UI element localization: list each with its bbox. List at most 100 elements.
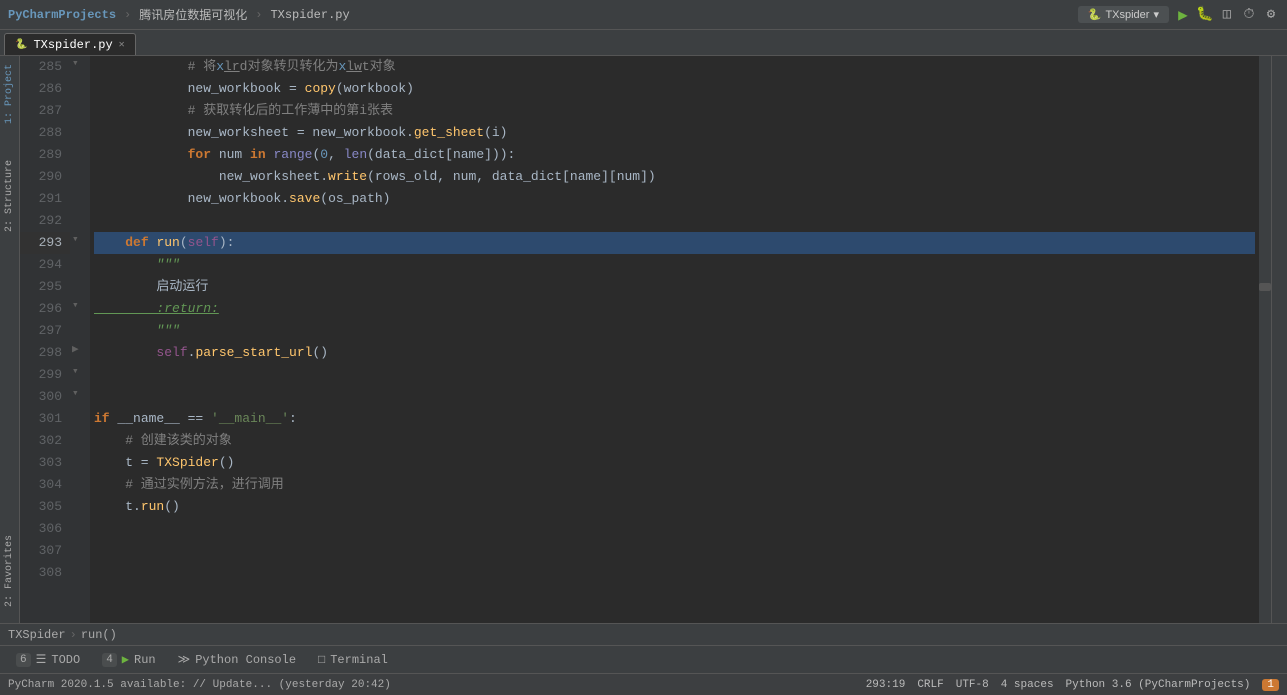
sidebar-item-structure[interactable]: 2: Structure [2,152,17,240]
tab-txspider[interactable]: 🐍 TXspider.py ✕ [4,33,136,55]
bottom-area: TXSpider › run() 6 ☰ TODO 4 ▶ Run ≫ Pyth… [0,623,1287,695]
line-302: 302 [20,430,70,452]
run-config-icon: 🐍 [1088,8,1102,21]
coverage-button[interactable]: ◫ [1219,7,1235,23]
terminal-icon: □ [318,653,325,667]
tab-python-console[interactable]: ≫ Python Console [168,649,306,671]
line-288: 288 [20,122,70,144]
code-line-289: for num in range(0, len(data_dict[name])… [94,144,1255,166]
line-299: 299 [20,364,70,386]
tab-close-icon[interactable]: ✕ [119,39,125,51]
title-sep1: › [124,8,131,22]
encoding[interactable]: UTF-8 [956,679,989,691]
settings-icon[interactable]: ⚙ [1263,7,1279,23]
main-layout: 1: Project 2: Structure 2: Favorites 285… [0,56,1287,623]
fold-marker-294[interactable]: ▾ [72,298,79,312]
line-numbers: 285 286 287 288 289 290 291 292 293 294 … [20,56,70,623]
file-label[interactable]: TXspider.py [270,8,349,22]
indent-info[interactable]: 4 spaces [1001,679,1054,691]
code-gutter: ▾ ▶ ▾ ▾ ▾ ▾ [70,56,90,623]
profile-button[interactable]: ⏱ [1241,7,1257,23]
scroll-indicator [1259,283,1271,291]
breadcrumb-class[interactable]: TXSpider [8,628,66,642]
code-line-299 [94,364,1255,386]
chevron-down-icon: ▾ [1153,8,1159,21]
line-295: 295 [20,276,70,298]
code-line-294: """ [94,254,1255,276]
notifications-count[interactable]: 1 [1262,679,1279,691]
python-console-icon: ≫ [178,652,191,667]
line-289: 289 [20,144,70,166]
tab-todo[interactable]: 6 ☰ TODO [6,649,90,671]
project-label[interactable]: PyCharmProjects [8,8,116,22]
code-content[interactable]: # 将xlrd对象转贝转化为xlwt对象 new_workbook = copy… [90,56,1259,623]
titlebar-actions: 🐍 TXspider ▾ ▶ 🐛 ◫ ⏱ ⚙ [1078,6,1279,23]
code-line-297: """ [94,320,1255,342]
fold-marker-304[interactable]: ▾ [72,386,79,400]
code-editor: 285 286 287 288 289 290 291 292 293 294 … [20,56,1271,623]
code-line-304: # 通过实例方法，进行调用 [94,474,1255,496]
statusbar-right: 293:19 CRLF UTF-8 4 spaces Python 3.6 (P… [866,679,1279,691]
tab-run[interactable]: 4 ▶ Run [92,649,165,671]
line-307: 307 [20,540,70,562]
line-297: 297 [20,320,70,342]
run-num: 4 [102,653,117,667]
code-line-296: :return: [94,298,1255,320]
run-button[interactable]: ▶ [1175,7,1191,23]
fold-marker-302[interactable]: ▾ [72,364,79,378]
run-config-selector[interactable]: 🐍 TXspider ▾ [1078,6,1169,23]
code-line-286: new_workbook = copy(workbook) [94,78,1255,100]
code-line-303: t = TXSpider() [94,452,1255,474]
line-303: 303 [20,452,70,474]
fold-marker-285[interactable]: ▾ [72,56,79,70]
fold-marker-293[interactable]: ▾ [72,232,79,246]
line-305: 305 [20,496,70,518]
sidebar-item-favorites[interactable]: 2: Favorites [2,527,17,615]
todo-num: 6 [16,653,31,667]
code-line-305: t.run() [94,496,1255,518]
fold-marker-301[interactable]: ▶ [72,342,79,356]
code-line-290: new_worksheet.write(rows_old, num, data_… [94,166,1255,188]
breadcrumb-sep: › [70,628,77,642]
python-version[interactable]: Python 3.6 (PyCharmProjects) [1066,679,1251,691]
sidebar-item-project[interactable]: 1: Project [2,56,17,132]
line-293: 293 [20,232,70,254]
debug-button[interactable]: 🐛 [1197,7,1213,23]
tab-terminal[interactable]: □ Terminal [308,649,398,671]
line-296: 296 [20,298,70,320]
terminal-label: Terminal [330,653,388,667]
code-line-298: self.parse_start_url() [94,342,1255,364]
code-line-302: # 创建该类的对象 [94,430,1255,452]
statusbar-left: PyCharm 2020.1.5 available: // Update...… [8,679,391,691]
todo-icon: ☰ [36,652,47,667]
statusbar: PyCharm 2020.1.5 available: // Update...… [0,673,1287,695]
code-line-300 [94,386,1255,408]
code-line-293: def run(self): [94,232,1255,254]
update-notice[interactable]: PyCharm 2020.1.5 available: // Update...… [8,679,391,691]
code-line-288: new_worksheet = new_workbook.get_sheet(i… [94,122,1255,144]
line-290: 290 [20,166,70,188]
left-sidebar: 1: Project 2: Structure 2: Favorites [0,56,20,623]
cursor-position[interactable]: 293:19 [866,679,906,691]
line-298: 298 [20,342,70,364]
line-287: 287 [20,100,70,122]
todo-label: TODO [51,653,80,667]
code-line-301: if __name__ == '__main__': [94,408,1255,430]
line-ending[interactable]: CRLF [917,679,943,691]
breadcrumb-method[interactable]: run() [81,628,117,642]
code-line-285: # 将xlrd对象转贝转化为xlwt对象 [94,56,1255,78]
titlebar: PyCharmProjects › 腾讯房位数据可视化 › TXspider.p… [0,0,1287,30]
line-306: 306 [20,518,70,540]
folder-label[interactable]: 腾讯房位数据可视化 [139,6,247,23]
bottom-toolbar: 6 ☰ TODO 4 ▶ Run ≫ Python Console □ Term… [0,645,1287,673]
python-console-label: Python Console [195,653,296,667]
right-sidebar [1271,56,1287,623]
line-286: 286 [20,78,70,100]
breadcrumb: TXSpider › run() [0,623,1287,645]
minimap-scrollbar[interactable] [1259,56,1271,623]
line-285: 285 [20,56,70,78]
line-300: 300 [20,386,70,408]
code-line-295: 启动运行 [94,276,1255,298]
code-line-287: # 获取转化后的工作薄中的第i张表 [94,100,1255,122]
tab-bar: 🐍 TXspider.py ✕ [0,30,1287,56]
